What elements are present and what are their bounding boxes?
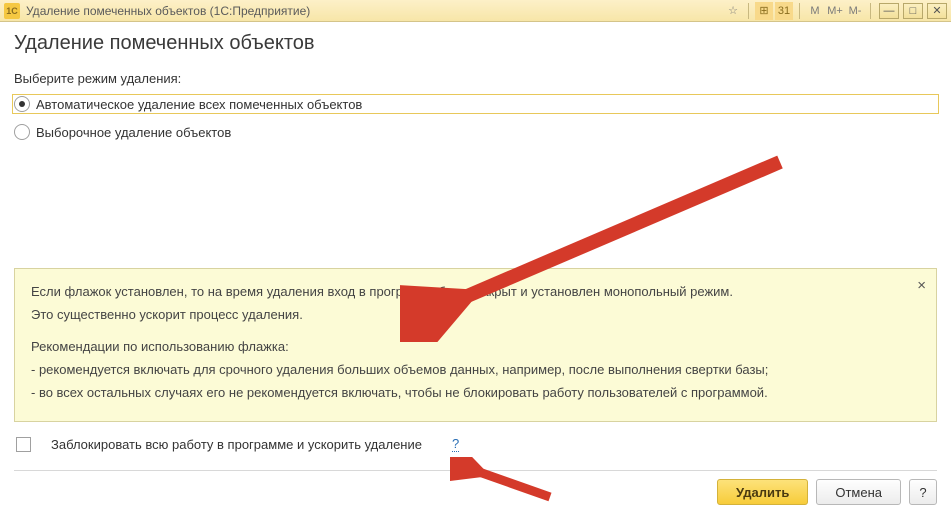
radio-selective-delete[interactable]: Выборочное удаление объектов	[14, 124, 937, 140]
radio-auto-delete[interactable]: Автоматическое удаление всех помеченных …	[14, 96, 937, 112]
memory-mplus-icon[interactable]: M+	[826, 2, 844, 20]
checkbox-help-link[interactable]: ?	[452, 436, 459, 452]
app-icon: 1C	[4, 3, 20, 19]
radio-selective-label: Выборочное удаление объектов	[36, 125, 231, 140]
checkbox-row: Заблокировать всю работу в программе и у…	[14, 436, 937, 452]
info-box: × Если флажок установлен, то на время уд…	[14, 268, 937, 422]
mode-label: Выберите режим удаления:	[14, 71, 937, 86]
minimize-button[interactable]: —	[879, 3, 899, 19]
calendar-icon[interactable]: 31	[775, 2, 793, 20]
radio-icon	[14, 124, 30, 140]
info-rec1: - рекомендуется включать для срочного уд…	[31, 361, 920, 380]
info-line1: Если флажок установлен, то на время удал…	[31, 283, 920, 302]
info-rec2: - во всех остальных случаях его не реком…	[31, 384, 920, 403]
maximize-button[interactable]: □	[903, 3, 923, 19]
help-button[interactable]: ?	[909, 479, 937, 505]
titlebar: 1C Удаление помеченных объектов (1С:Пред…	[0, 0, 951, 22]
titlebar-tools: ☆ ⊞ 31 M M+ M- — □ ✕	[724, 2, 947, 20]
page-title: Удаление помеченных объектов	[14, 32, 937, 55]
calculator-icon[interactable]: ⊞	[755, 2, 773, 20]
info-close-button[interactable]: ×	[917, 277, 926, 294]
info-recs-title: Рекомендации по использованию флажка:	[31, 338, 920, 357]
block-work-label: Заблокировать всю работу в программе и у…	[51, 437, 422, 452]
window-title: Удаление помеченных объектов (1С:Предпри…	[26, 4, 310, 18]
star-icon[interactable]: ☆	[724, 2, 742, 20]
memory-m-icon[interactable]: M	[806, 2, 824, 20]
close-button[interactable]: ✕	[927, 3, 947, 19]
radio-auto-label: Автоматическое удаление всех помеченных …	[36, 97, 362, 112]
info-line2: Это существенно ускорит процесс удаления…	[31, 306, 920, 325]
cancel-button[interactable]: Отмена	[816, 479, 901, 505]
footer: Удалить Отмена ?	[14, 470, 937, 505]
block-work-checkbox[interactable]	[16, 437, 31, 452]
content-area: Удаление помеченных объектов Выберите ре…	[0, 22, 951, 515]
delete-button[interactable]: Удалить	[717, 479, 808, 505]
radio-icon	[14, 96, 30, 112]
memory-mminus-icon[interactable]: M-	[846, 2, 864, 20]
